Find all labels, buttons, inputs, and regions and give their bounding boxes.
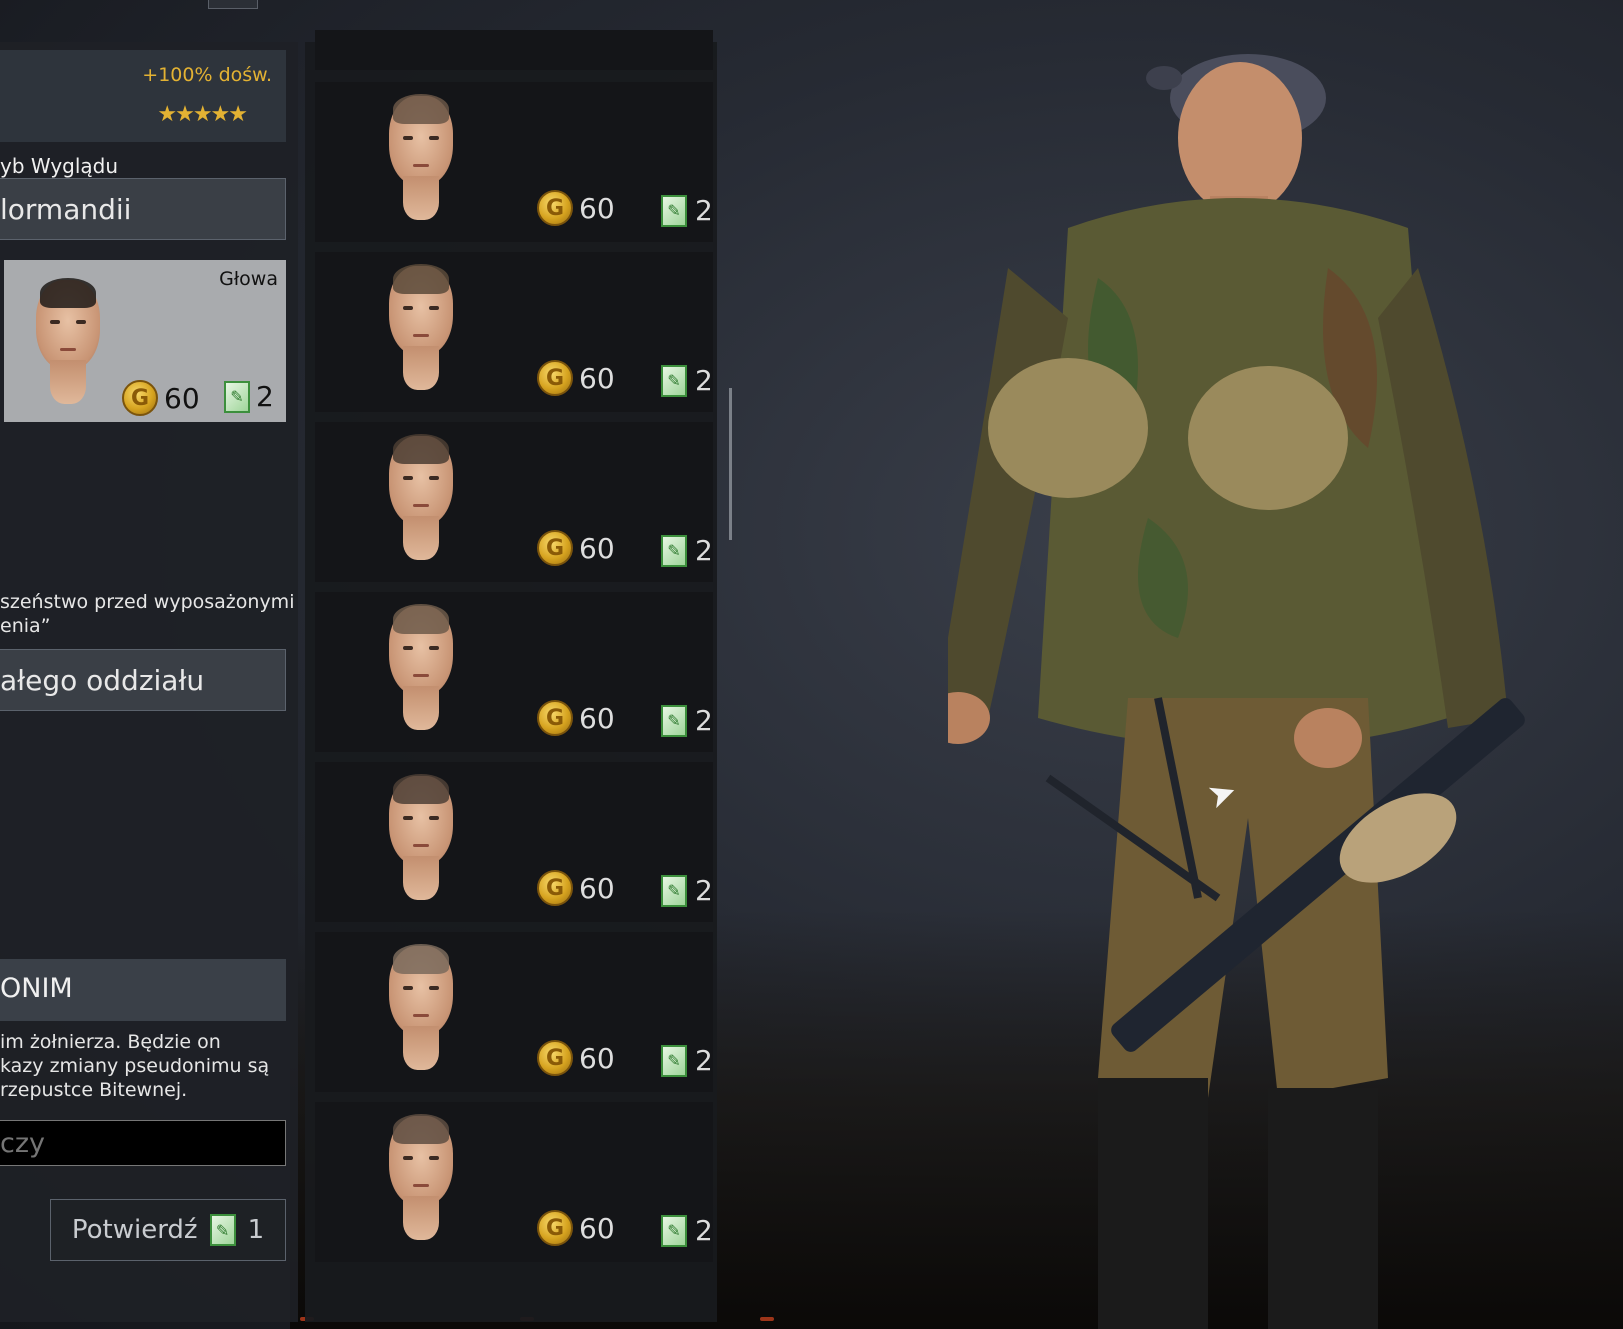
ember-glow — [760, 1317, 774, 1321]
ammo-pouch — [1188, 366, 1348, 510]
head-option-gold-cost: G 60 — [537, 530, 615, 566]
head-option-card[interactable]: G 60 ✎ 2 — [315, 932, 713, 1092]
rank-stars: ★★★★★ — [157, 102, 248, 127]
head-option-gold-amount: 60 — [579, 191, 615, 225]
ticket-icon: ✎ — [661, 1214, 687, 1247]
confirm-cost: 1 — [247, 1215, 265, 1245]
head-option-ticket-cost: ✎ 2 — [661, 1214, 713, 1247]
head-ticket-amount: 2 — [256, 380, 274, 413]
appearance-preset-value: lormandii — [0, 193, 132, 226]
ticket-icon: ✎ — [661, 194, 687, 227]
head-option-ticket-amount: 2 — [695, 1214, 713, 1247]
head-option-gold-cost: G 60 — [537, 360, 615, 396]
gold-coin-icon: G — [537, 190, 573, 226]
head-options-list[interactable]: G 60 ✎ 2 G 60 ✎ 2 G 60 ✎ 2 G 60 ✎ 2 G 60… — [305, 30, 717, 1322]
head-option-gold-amount: 60 — [579, 1041, 615, 1075]
pseudonym-desc-line3: rzepustce Bitewnej. — [0, 1079, 188, 1101]
ticket-icon: ✎ — [661, 704, 687, 737]
appearance-mode-label: yb Wyglądu — [0, 154, 119, 178]
head-option-gold-cost: G 60 — [537, 1040, 615, 1076]
head-option-ticket-amount: 2 — [695, 364, 713, 397]
top-tab-stub[interactable] — [208, 0, 258, 9]
pseudonym-header-text: ONIM — [0, 973, 73, 1004]
head-portrait — [36, 278, 100, 404]
pseudonym-desc-line2: kazy zmiany pseudonimu są — [0, 1055, 270, 1077]
head-option-gold-cost: G 60 — [537, 190, 615, 226]
head-option-gold-amount: 60 — [579, 1211, 615, 1245]
head-option-portrait — [389, 944, 453, 1070]
head-option-card[interactable]: G 60 ✎ 2 — [315, 592, 713, 752]
pseudonym-header: ONIM — [0, 959, 286, 1021]
ticket-icon: ✎ — [661, 534, 687, 567]
ticket-icon: ✎ — [661, 874, 687, 907]
head-option-gold-amount: 60 — [579, 701, 615, 735]
head-option-ticket-cost: ✎ 2 — [661, 194, 713, 227]
head-gold-amount: 60 — [164, 381, 200, 415]
head-option-gold-cost: G 60 — [537, 700, 615, 736]
gold-coin-icon: G — [537, 1040, 573, 1076]
soldier-character-model — [948, 54, 1525, 1329]
head-option-gold-amount: 60 — [579, 871, 615, 905]
gold-coin-icon: G — [537, 530, 573, 566]
head-option-partial[interactable] — [315, 30, 713, 70]
gold-coin-icon: G — [537, 700, 573, 736]
head-option-ticket-amount: 2 — [695, 1044, 713, 1077]
head-option-gold-cost: G 60 — [537, 1210, 615, 1246]
squad-desc-line2: enia” — [0, 615, 51, 637]
experience-box: +100% dośw. ★★★★★ — [0, 50, 286, 142]
ticket-icon: ✎ — [224, 380, 250, 413]
head-option-card[interactable]: G 60 ✎ 2 — [315, 252, 713, 412]
appearance-preset-select[interactable]: lormandii — [0, 178, 286, 240]
squad-apply-value: ałego oddziału — [0, 664, 205, 697]
gold-coin-icon: G — [537, 360, 573, 396]
ammo-pouch — [988, 358, 1148, 498]
ticket-icon: ✎ — [661, 364, 687, 397]
head-option-ticket-cost: ✎ 2 — [661, 534, 713, 567]
head-option-portrait — [389, 434, 453, 560]
experience-bonus: +100% dośw. — [142, 64, 272, 86]
head-option-card[interactable]: G 60 ✎ 2 — [315, 762, 713, 922]
list-scrollbar[interactable] — [729, 388, 732, 540]
head-option-portrait — [389, 604, 453, 730]
head-option-gold-amount: 60 — [579, 361, 615, 395]
soldier-face — [1178, 62, 1302, 214]
soldier-settings-panel: +100% dośw. ★★★★★ yb Wyglądu lormandii G… — [0, 42, 298, 1322]
head-option-ticket-amount: 2 — [695, 874, 713, 907]
gold-coin-icon: G — [537, 1210, 573, 1246]
head-card-label: Głowa — [219, 268, 278, 290]
pseudonym-desc-line1: im żołnierza. Będzie on — [0, 1031, 221, 1053]
selected-head-card[interactable]: Głowa G 60 ✎ 2 — [4, 260, 286, 422]
head-option-ticket-amount: 2 — [695, 534, 713, 567]
head-option-ticket-amount: 2 — [695, 194, 713, 227]
squad-desc-line1: szeństwo przed wyposażonymi — [0, 591, 295, 613]
head-option-ticket-cost: ✎ 2 — [661, 874, 713, 907]
head-option-ticket-amount: 2 — [695, 704, 713, 737]
ticket-icon: ✎ — [209, 1214, 236, 1246]
head-option-portrait — [389, 1114, 453, 1240]
head-option-gold-cost: G 60 — [537, 870, 615, 906]
ticket-icon: ✎ — [661, 1044, 687, 1077]
confirm-label: Potwierdź — [71, 1215, 198, 1245]
head-option-gold-amount: 60 — [579, 531, 615, 565]
squad-apply-select[interactable]: ałego oddziału — [0, 649, 286, 711]
head-option-portrait — [389, 264, 453, 390]
head-option-ticket-cost: ✎ 2 — [661, 704, 713, 737]
head-option-portrait — [389, 774, 453, 900]
head-option-ticket-cost: ✎ 2 — [661, 1044, 713, 1077]
gold-coin-icon: G — [537, 870, 573, 906]
pseudonym-input[interactable] — [0, 1120, 286, 1166]
gold-coin-icon: G — [122, 380, 158, 416]
head-option-card[interactable]: G 60 ✎ 2 — [315, 82, 713, 242]
head-ticket-cost: ✎ 2 — [224, 380, 274, 413]
head-option-ticket-cost: ✎ 2 — [661, 364, 713, 397]
head-option-card[interactable]: G 60 ✎ 2 — [315, 422, 713, 582]
head-option-portrait — [389, 94, 453, 220]
head-gold-cost: G 60 — [122, 380, 200, 416]
head-option-card[interactable]: G 60 ✎ 2 — [315, 1102, 713, 1262]
confirm-button[interactable]: Potwierdź ✎ 1 — [50, 1199, 286, 1261]
